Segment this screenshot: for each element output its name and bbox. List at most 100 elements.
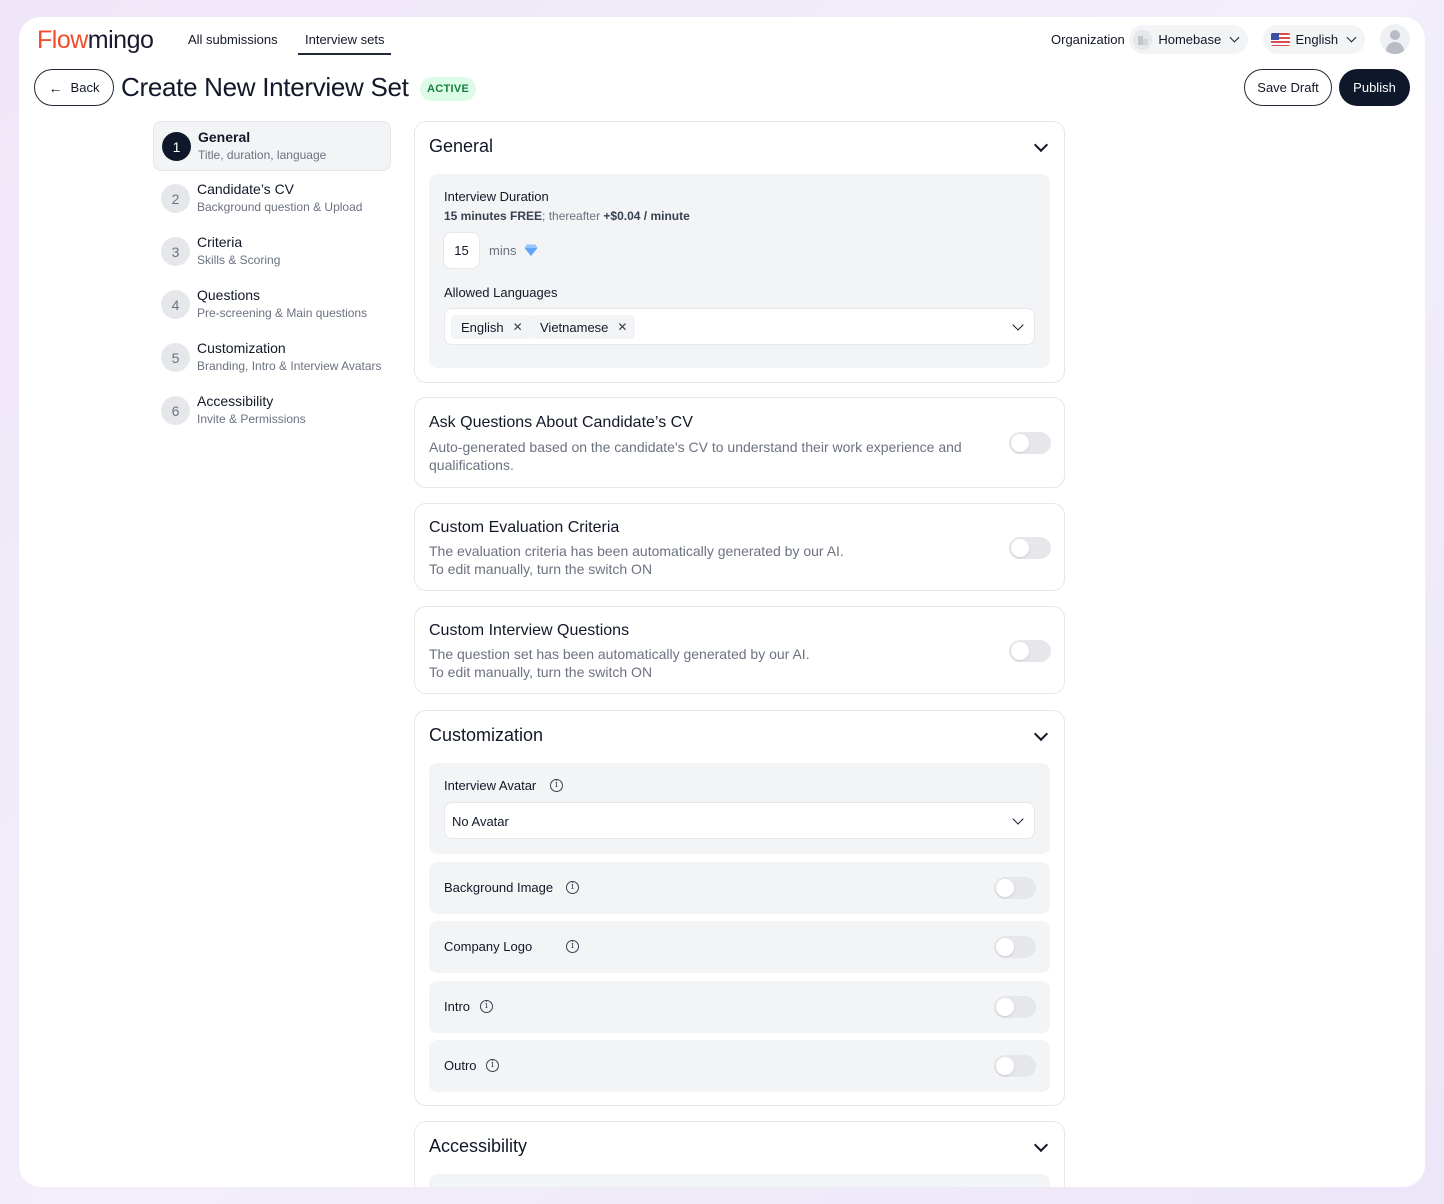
step-number: 3 — [161, 237, 190, 266]
company-logo-row: Company Logo i — [429, 921, 1050, 973]
step-title: Customization — [197, 340, 286, 356]
avatar-label: Interview Avatar — [444, 778, 537, 793]
section-title: Customization — [429, 725, 544, 745]
step-accessibility[interactable]: 6 Accessibility Invite & Permissions — [153, 386, 391, 436]
interview-questions-toggle[interactable] — [1009, 640, 1051, 662]
chevron-down-icon — [1012, 319, 1024, 331]
duration-input[interactable]: 15 — [443, 232, 480, 269]
section-title: Custom Evaluation Criteria — [429, 519, 620, 536]
section-title: Ask Questions About Candidate’s CV — [429, 414, 693, 431]
step-subtitle: Invite & Permissions — [197, 412, 306, 426]
cv-questions-card: Ask Questions About Candidate’s CV Auto-… — [414, 397, 1065, 488]
outro-row: Outro i — [429, 1040, 1050, 1092]
step-general[interactable]: 1 General Title, duration, language — [153, 121, 391, 171]
section-title: Accessibility — [429, 1136, 528, 1156]
organization-value: Homebase — [1158, 32, 1222, 47]
intro-label: Intro — [444, 999, 471, 1014]
app-window: Flowmingo All submissions Interview sets… — [19, 17, 1425, 1187]
step-number: 1 — [162, 132, 191, 161]
info-icon[interactable]: i — [480, 1000, 493, 1013]
interview-questions-card: Custom Interview Questions The question … — [414, 606, 1065, 694]
duration-label: Interview Duration — [444, 189, 549, 204]
accessibility-card: Accessibility — [414, 1121, 1065, 1187]
accessibility-panel — [429, 1174, 1050, 1187]
close-icon[interactable]: ✕ — [513, 320, 523, 334]
step-criteria[interactable]: 3 Criteria Skills & Scoring — [153, 227, 391, 277]
info-icon[interactable]: i — [566, 940, 579, 953]
section-description-line1: The evaluation criteria has been automat… — [429, 543, 844, 559]
duration-unit: mins — [489, 243, 517, 258]
logo[interactable]: Flowmingo — [37, 26, 154, 55]
section-description-line1: The question set has been automatically … — [429, 646, 810, 662]
chevron-down-icon — [1346, 32, 1357, 43]
section-description-line2: To edit manually, turn the switch ON — [429, 664, 653, 680]
info-icon[interactable]: i — [550, 779, 563, 792]
company-logo-label: Company Logo — [444, 939, 533, 954]
background-image-label: Background Image — [444, 880, 554, 895]
publish-button[interactable]: Publish — [1339, 69, 1410, 106]
section-title: Custom Interview Questions — [429, 622, 630, 639]
intro-row: Intro i — [429, 981, 1050, 1033]
info-icon[interactable]: i — [486, 1059, 499, 1072]
save-draft-button[interactable]: Save Draft — [1244, 69, 1332, 106]
step-customization[interactable]: 5 Customization Branding, Intro & Interv… — [153, 333, 391, 383]
user-avatar-icon[interactable] — [1380, 24, 1410, 54]
arrow-left-icon: ← — [48, 79, 63, 96]
status-badge: ACTIVE — [420, 77, 477, 101]
organization-select[interactable]: Homebase — [1129, 25, 1248, 54]
organization-label: Organization — [1051, 32, 1125, 47]
section-description: Auto-generated based on the candidate's … — [429, 439, 962, 473]
cv-questions-toggle[interactable] — [1009, 432, 1051, 454]
languages-select[interactable]: English ✕ Vietnamese ✕ — [444, 308, 1035, 345]
building-icon — [1133, 29, 1153, 50]
intro-toggle[interactable] — [994, 996, 1036, 1018]
us-flag-icon — [1271, 33, 1290, 46]
step-number: 6 — [161, 396, 190, 425]
step-title: Candidate’s CV — [197, 181, 295, 197]
step-subtitle: Background question & Upload — [197, 200, 363, 214]
step-subtitle: Skills & Scoring — [197, 253, 281, 267]
background-image-row: Background Image i — [429, 862, 1050, 914]
step-title: Accessibility — [197, 393, 274, 409]
company-logo-toggle[interactable] — [994, 936, 1036, 958]
page-title: Create New Interview Set — [121, 72, 409, 102]
step-candidates-cv[interactable]: 2 Candidate’s CV Background question & U… — [153, 174, 391, 224]
language-chip: English ✕ — [451, 315, 531, 339]
step-subtitle: Branding, Intro & Interview Avatars — [197, 359, 382, 373]
step-subtitle: Pre-screening & Main questions — [197, 306, 368, 320]
step-title: General — [198, 129, 251, 145]
nav-interview-sets[interactable]: Interview sets — [297, 32, 393, 55]
chevron-down-icon — [1012, 813, 1024, 825]
language-select[interactable]: English — [1263, 25, 1365, 54]
section-description-line2: To edit manually, turn the switch ON — [429, 561, 653, 577]
languages-label: Allowed Languages — [444, 285, 558, 300]
section-title: General — [429, 136, 494, 156]
step-subtitle: Title, duration, language — [198, 148, 327, 162]
info-icon[interactable]: i — [566, 881, 579, 894]
background-image-toggle[interactable] — [994, 877, 1036, 899]
language-chip: Vietnamese ✕ — [530, 315, 636, 339]
general-card: General Interview Duration 15 minutes FR… — [414, 121, 1065, 383]
top-nav: Flowmingo All submissions Interview sets… — [19, 17, 1425, 63]
step-title: Criteria — [197, 234, 243, 250]
step-number: 4 — [161, 290, 190, 319]
evaluation-criteria-toggle[interactable] — [1009, 537, 1051, 559]
chevron-down-icon[interactable] — [1033, 726, 1049, 742]
outro-toggle[interactable] — [994, 1055, 1036, 1077]
duration-note: 15 minutes FREE; thereafter +$0.04 / min… — [444, 209, 690, 223]
step-questions[interactable]: 4 Questions Pre-screening & Main questio… — [153, 280, 391, 330]
avatar-panel: Interview Avatar i No Avatar — [429, 763, 1050, 854]
steps-sidebar: 1 General Title, duration, language 2 Ca… — [153, 121, 391, 439]
nav-all-submissions[interactable]: All submissions — [188, 32, 278, 47]
avatar-select[interactable]: No Avatar — [444, 802, 1035, 839]
step-title: Questions — [197, 287, 261, 303]
close-icon[interactable]: ✕ — [617, 320, 627, 334]
chevron-down-icon[interactable] — [1033, 1137, 1049, 1153]
step-number: 2 — [161, 184, 190, 213]
chevron-down-icon[interactable] — [1033, 137, 1049, 153]
language-value: English — [1295, 32, 1339, 47]
avatar-value: No Avatar — [452, 814, 509, 829]
chevron-down-icon — [1229, 32, 1240, 43]
back-button[interactable]: ← Back — [34, 69, 114, 106]
outro-label: Outro — [444, 1058, 477, 1073]
